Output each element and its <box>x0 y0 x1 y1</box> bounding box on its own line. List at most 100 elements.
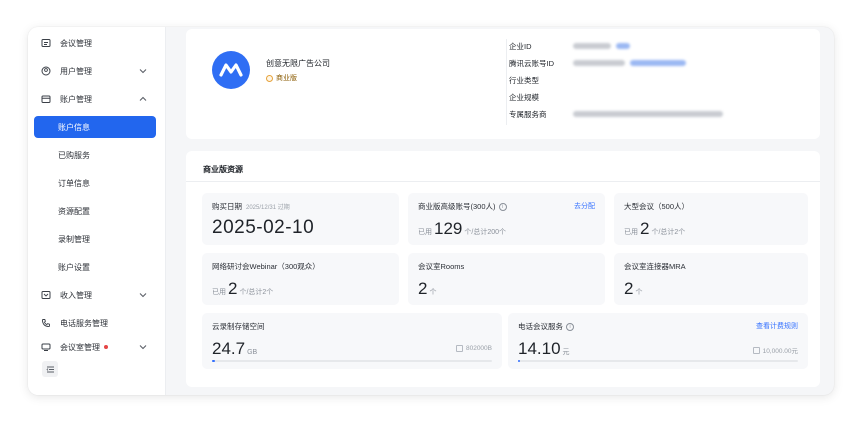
unit: 个 <box>635 289 643 296</box>
sidebar-subitem-label: 资源配置 <box>58 206 90 216</box>
income-icon <box>40 289 52 301</box>
edition-badge-label: 商业版 <box>276 75 297 82</box>
total-suffix: 个/总计2个 <box>651 229 686 236</box>
tile-label: 云录制存储空间 <box>212 321 265 332</box>
advanced-accounts-label: 商业版高级账号(300人) <box>418 202 496 211</box>
phone-service-total: 10,000.00元 <box>752 345 798 355</box>
total-suffix: 个/总计2个 <box>239 289 274 296</box>
mra-tile: 会议室连接器MRA 2 个 <box>614 253 808 305</box>
tile-label: 会议室连接器MRA <box>624 261 686 272</box>
notification-dot <box>104 345 108 349</box>
sidebar-item-account[interactable]: 账户管理 <box>34 88 156 110</box>
storage-progress-bar <box>212 360 492 362</box>
chevron-down-icon <box>139 69 147 74</box>
used-count: 2 <box>228 279 238 298</box>
storage-total-value: 802000B <box>465 345 492 352</box>
phone-service-label: 电话会议服务 <box>518 322 563 331</box>
company-logo <box>212 51 250 89</box>
webinar-tile: 网络研讨会Webinar（300观众） 已用 2 个/总计2个 <box>202 253 399 305</box>
info-label: 企业规模 <box>509 92 539 102</box>
info-row-service-provider: 专属服务商 <box>509 107 723 121</box>
tencent-meeting-logo-icon <box>219 63 243 77</box>
mra-count: 2 <box>624 279 634 298</box>
company-name: 创意无限广告公司 <box>266 59 330 68</box>
sidebar-subitem-label: 订单信息 <box>58 178 90 188</box>
sidebar-item-income[interactable]: 收入管理 <box>34 284 156 306</box>
sidebar-subitem-orders[interactable]: 订单信息 <box>34 172 156 194</box>
storage-icon <box>455 345 463 352</box>
usage: 已用 129 个/总计200个 <box>418 219 506 239</box>
tile-label: 商业版高级账号(300人) i <box>418 201 507 212</box>
divider <box>506 39 507 125</box>
large-meeting-tile: 大型会议（500人） 已用 2 个/总计2个 <box>614 193 808 245</box>
main-content: 创意无限广告公司 商业版 企业ID 腾讯云账号ID 行业类型 企业规模 专属服务… <box>166 27 834 395</box>
account-icon <box>40 93 52 105</box>
used-count: 129 <box>434 219 463 238</box>
sidebar-subitem-label: 账户信息 <box>58 122 90 132</box>
total-suffix: 个/总计200个 <box>464 229 506 236</box>
chevron-up-icon <box>139 96 147 101</box>
storage-used: 24.7 <box>212 339 246 358</box>
tile-label: 网络研讨会Webinar（300观众） <box>212 261 320 272</box>
wallet-icon <box>752 346 760 354</box>
sidebar-item-label: 会议室管理 <box>60 342 100 352</box>
purchase-date-tile: 购买日期 2025/12/31 过期 2025-02-10 <box>202 193 399 245</box>
divider <box>186 181 820 182</box>
info-label: 行业类型 <box>509 75 539 85</box>
usage: 2 个 <box>418 279 436 299</box>
sidebar-subitem-purchased-services[interactable]: 已购服务 <box>34 144 156 166</box>
sidebar-subitem-label: 账户设置 <box>58 262 90 272</box>
sidebar-item-users[interactable]: 用户管理 <box>34 60 156 82</box>
room-icon <box>40 341 52 353</box>
info-icon[interactable]: i <box>566 322 574 331</box>
unit: 个 <box>429 289 437 296</box>
used-prefix: 已用 <box>418 229 432 236</box>
sidebar-item-meetings[interactable]: 会议管理 <box>34 32 156 54</box>
app-window: 会议管理 用户管理 账户管理 账户信息 已购服务 订单信息 资源配置 录制管理 … <box>28 27 834 395</box>
phone-service-progress-fill <box>518 360 520 362</box>
usage: 2 个 <box>624 279 642 299</box>
info-row-industry: 行业类型 <box>509 73 573 87</box>
info-label: 企业ID <box>509 41 532 51</box>
storage-total: 802000B <box>455 345 492 352</box>
sidebar-subitem-recording[interactable]: 录制管理 <box>34 228 156 250</box>
chevron-down-icon <box>139 345 147 350</box>
redacted-value <box>573 43 611 49</box>
sidebar-item-rooms[interactable]: 会议室管理 <box>34 339 156 355</box>
tile-label: 会议室Rooms <box>418 261 464 272</box>
usage: 24.7 GB <box>212 339 257 359</box>
advanced-accounts-tile: 商业版高级账号(300人) i 去分配 已用 129 个/总计200个 <box>408 193 605 245</box>
redacted-link <box>630 60 686 66</box>
rooms-label: 会议室Rooms <box>418 262 465 271</box>
sidebar-subitem-resource-config[interactable]: 资源配置 <box>34 200 156 222</box>
info-row-cloud-account-id: 腾讯云账号ID <box>509 56 686 70</box>
used-prefix: 已用 <box>212 289 226 296</box>
collapse-sidebar-button[interactable] <box>42 361 58 377</box>
large-meeting-label: 大型会议（500人） <box>624 202 690 211</box>
sidebar-item-phone-service[interactable]: 电话服务管理 <box>34 312 156 334</box>
tile-label: 大型会议（500人） <box>624 201 689 212</box>
storage-progress-fill <box>212 360 215 362</box>
chevron-down-icon <box>139 293 147 298</box>
sidebar-subitem-account-info[interactable]: 账户信息 <box>34 116 156 138</box>
sidebar-subitem-label: 录制管理 <box>58 234 90 244</box>
info-row-company-size: 企业规模 <box>509 90 573 104</box>
info-label: 腾讯云账号ID <box>509 58 554 68</box>
sidebar: 会议管理 用户管理 账户管理 账户信息 已购服务 订单信息 资源配置 录制管理 … <box>28 27 166 395</box>
assign-link[interactable]: 去分配 <box>574 201 595 211</box>
sidebar-subitem-label: 已购服务 <box>58 150 90 160</box>
unit: 元 <box>562 349 570 356</box>
sidebar-subitem-account-settings[interactable]: 账户设置 <box>34 256 156 278</box>
calendar-icon <box>40 37 52 49</box>
unit: GB <box>247 349 258 356</box>
redacted-value <box>573 111 723 117</box>
info-icon[interactable]: i <box>498 202 507 211</box>
menu-collapse-icon <box>45 366 54 372</box>
phone-service-progress-bar <box>518 360 798 362</box>
used-prefix: 已用 <box>624 229 638 236</box>
sidebar-item-label: 会议管理 <box>60 38 92 48</box>
billing-rules-link[interactable]: 查看计费规则 <box>756 321 798 331</box>
phone-service-total-value: 10,000.00元 <box>762 348 798 355</box>
section-title: 商业版资源 <box>203 165 243 174</box>
usage: 已用 2 个/总计2个 <box>212 279 273 299</box>
